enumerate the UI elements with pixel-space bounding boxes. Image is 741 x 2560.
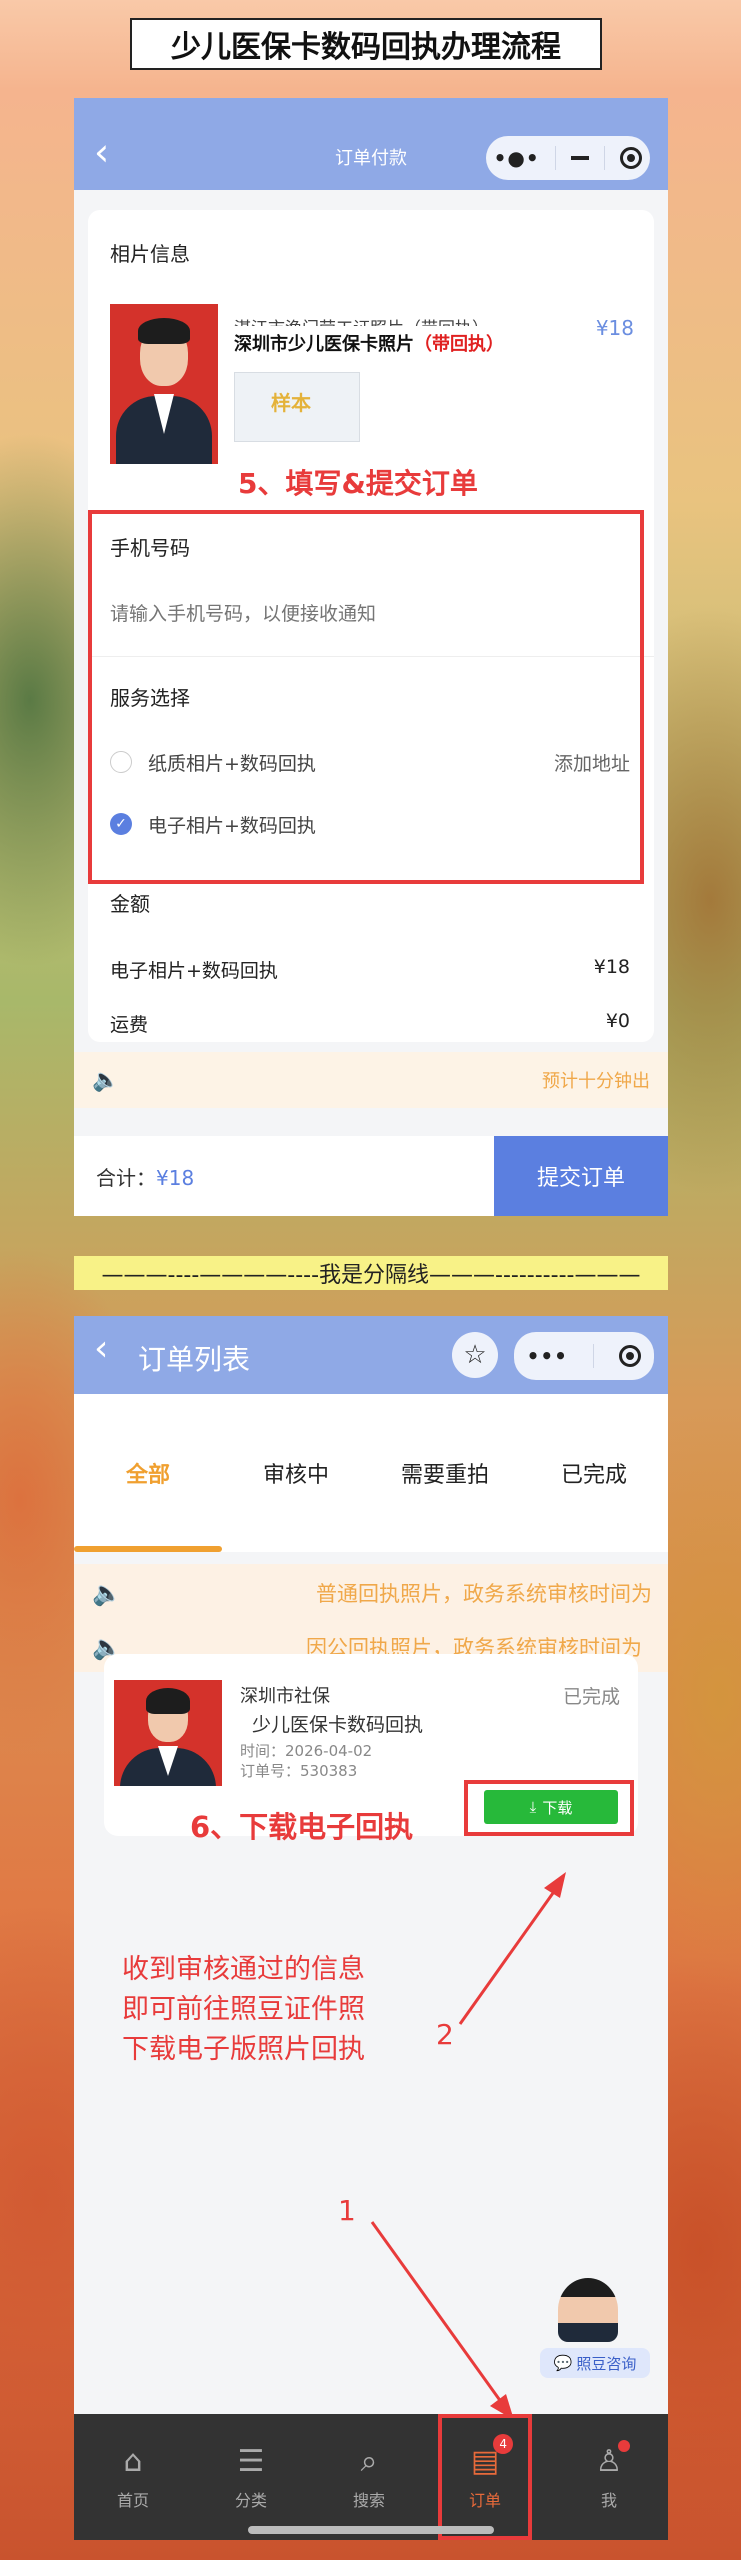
amount-row: 运费 ¥0 [110,1010,630,1036]
notification-dot [618,2439,631,2452]
item-title: 深圳市少儿医保卡照片（带回执） [234,334,504,355]
tabbar-category[interactable]: ☰ 分类 [192,2414,310,2540]
capsule-divider [554,146,556,170]
home-indicator [248,2526,494,2534]
highlight-box [88,510,644,884]
navbar: ‹ 订单付款 •●• [74,98,668,190]
tabbar-home[interactable]: ⌂ 首页 [74,2414,192,2540]
item-price: ¥18 [595,316,634,340]
speaker-icon: 🔈 [92,1067,120,1093]
tabbar-profile[interactable]: ♙ 我 [550,2414,668,2540]
checkout-bar: 合计：¥18 提交订单 [74,1136,668,1216]
order-payment-screen: ‹ 订单付款 •●• 相片信息 湛江市渔门劳工证照片（带回执） 深圳市少儿医保卡… [74,98,668,1216]
chat-icon: 💬 [553,2354,573,2372]
sample-watermark: 样本 [271,391,311,415]
consult-button[interactable]: 💬 照豆咨询 [540,2348,650,2378]
mini-program-capsule[interactable]: •●• [486,136,650,180]
order-list-screen: ‹ 订单列表 ☆ ••• 全部 审核中 需要重拍 已完成 🔈 普通回执照片，政务… [74,1316,668,2540]
amount-label: 金额 [110,892,150,916]
minimize-icon[interactable] [571,156,589,160]
total: 合计：¥18 [96,1166,195,1190]
step5-annotation: 5、填写&提交订单 [238,467,478,500]
capsule-divider [604,146,606,170]
tabbar-search[interactable]: ⌕ 搜索 [310,2414,428,2540]
id-photo-thumbnail [110,304,218,464]
order-badge: 4 [493,2433,514,2454]
amount-row: 电子相片+数码回执 ¥18 [110,956,630,982]
sample-receipt-thumbnail: 样本 [234,372,360,442]
section-label-photo: 相片信息 [110,242,190,266]
profile-icon: ♙ [596,2439,631,2479]
consultant-avatar[interactable] [558,2278,618,2342]
home-icon: ⌂ [123,2443,143,2479]
more-icon[interactable]: •●• [494,146,540,170]
close-target-icon[interactable] [620,147,643,169]
item-title-cut: 湛江市渔门劳工证照片（带回执） [234,314,534,326]
bottom-tabbar: ⌂ 首页 ☰ 分类 ⌕ 搜索 ▤ 4 订单 ♙ 我 [74,2414,668,2540]
category-icon: ☰ [237,2443,265,2479]
tabbar-orders[interactable]: ▤ 4 订单 [438,2414,532,2540]
order-icon: ▤ 4 [471,2433,514,2479]
search-icon: ⌕ [360,2443,378,2479]
marker-2: 2 [436,2018,454,2051]
submit-order-button[interactable]: 提交订单 [494,1136,668,1216]
eta-notice: 🔈 预计十分钟出 [74,1052,668,1108]
page-title: 少儿医保卡数码回执办理流程 [130,18,602,70]
separator-banner: ———----————----我是分隔线———----------——— [74,1256,668,1290]
marker-1: 1 [338,2194,356,2227]
